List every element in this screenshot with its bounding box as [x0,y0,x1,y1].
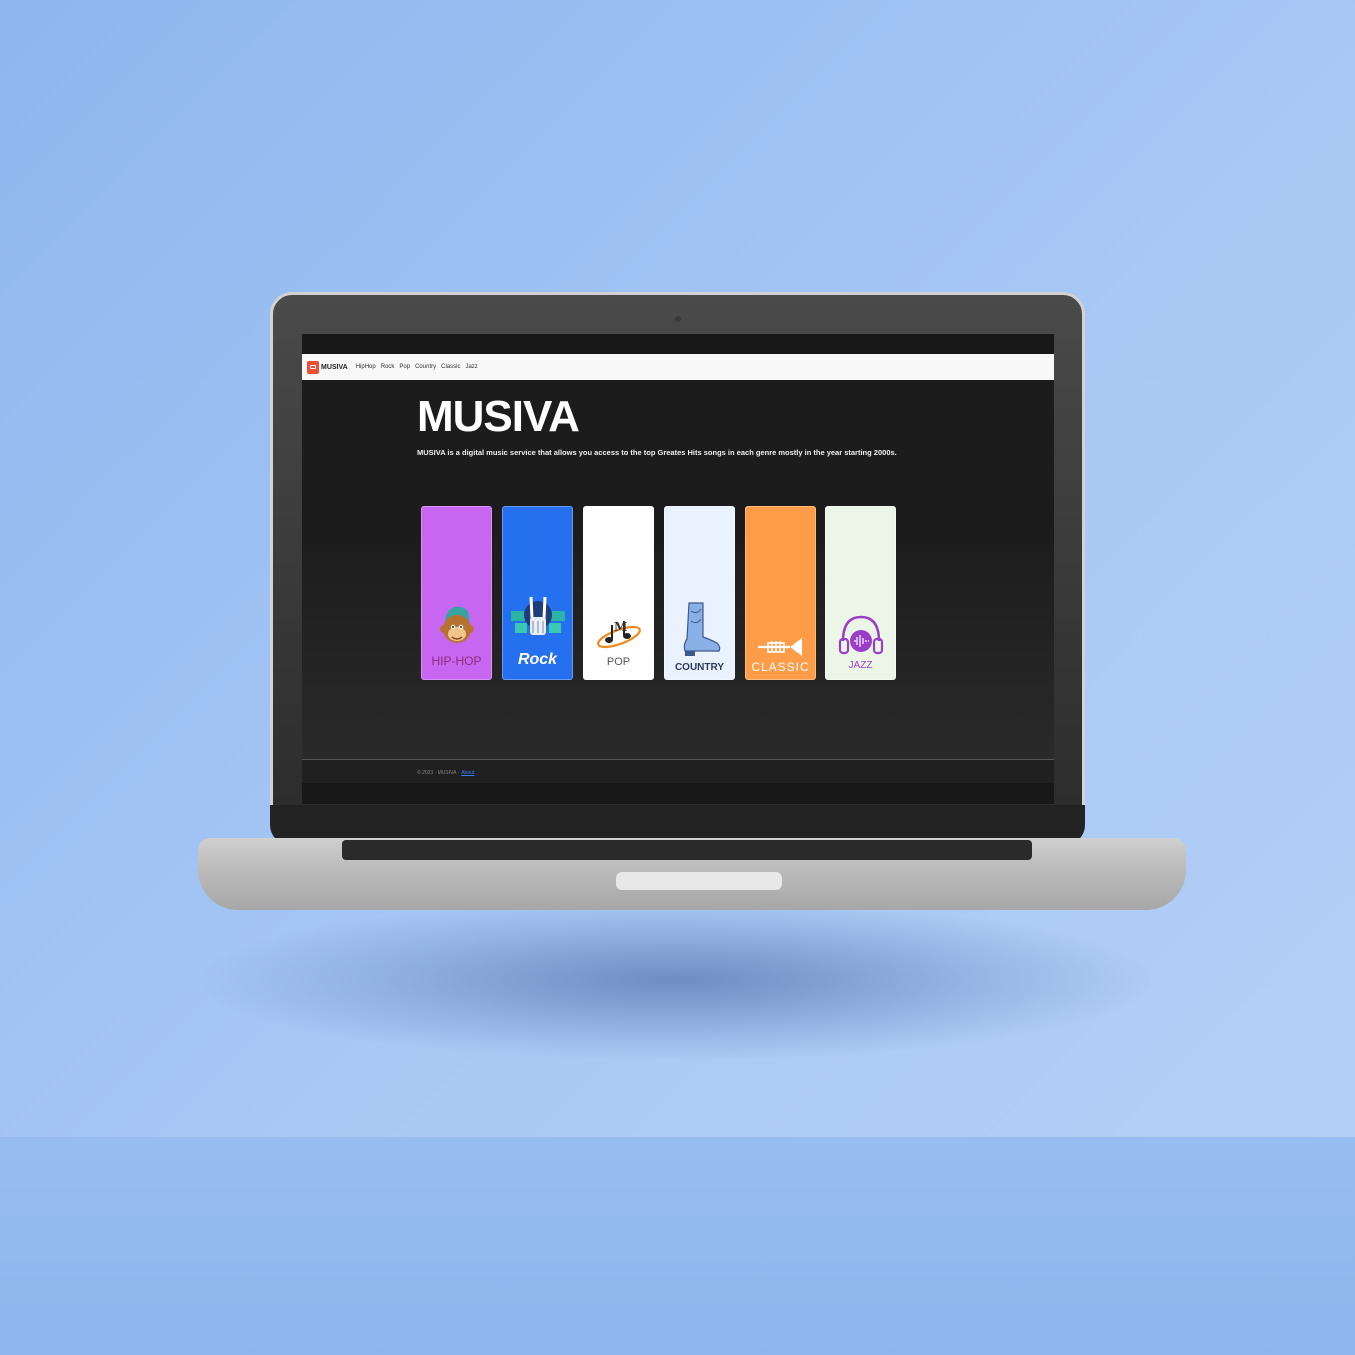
cowboy-boot-icon [683,602,720,656]
laptop-notch [616,872,782,890]
nav-link-hiphop[interactable]: HipHop [356,364,376,370]
footer-copyright: © 2023 · MUSIVA · [417,770,460,776]
footer: © 2023 · MUSIVA · About [302,759,1054,783]
footer-about-link[interactable]: About [461,770,474,776]
music-note-icon: M [596,620,641,649]
genre-card-jazz[interactable]: JAZZ [825,506,896,680]
genre-card-pop[interactable]: M POP [583,506,654,680]
page-description: MUSIVA is a digital music service that a… [417,448,897,457]
monkey-icon [439,606,474,643]
genre-label: Rock [517,651,558,668]
genre-card-country[interactable]: COUNTRY [664,506,735,680]
navbar: MUSIVA HipHop Rock Pop Country Classic J… [302,354,1054,380]
laptop-shadow [200,900,1150,1060]
genre-card-classic[interactable]: CLASSIC [745,506,816,680]
genre-label: POP [606,656,631,668]
nav-link-rock[interactable]: Rock [381,364,395,370]
svg-text:M: M [614,620,627,634]
nav-link-jazz[interactable]: Jazz [465,364,477,370]
nav-link-pop[interactable]: Pop [399,364,410,370]
logo-icon[interactable] [307,360,319,374]
brand-link[interactable]: MUSIVA [321,364,348,371]
nav-link-country[interactable]: Country [415,364,436,370]
laptop-screen: MUSIVA HipHop Rock Pop Country Classic J… [302,334,1054,804]
genre-card-hiphop[interactable]: HIP-HOP [421,506,492,680]
genre-card-rock[interactable]: Rock [502,506,573,680]
trumpet-icon [757,638,802,656]
headphones-icon [838,615,883,655]
floor-background [0,1137,1355,1355]
footer-text: © 2023 · MUSIVA · About [417,770,474,776]
genre-label: JAZZ [848,660,873,671]
genre-label: COUNTRY [674,662,725,673]
genre-label: HIP-HOP [431,654,482,668]
webcam [675,316,681,322]
laptop-keyboard [342,840,1032,860]
nav-link-classic[interactable]: Classic [441,364,460,370]
main-content: MUSIVA MUSIVA is a digital music service… [302,380,1054,760]
page-title: MUSIVA [417,392,580,441]
skeleton-hand-icon [510,596,565,635]
genre-label: CLASSIC [751,660,810,674]
